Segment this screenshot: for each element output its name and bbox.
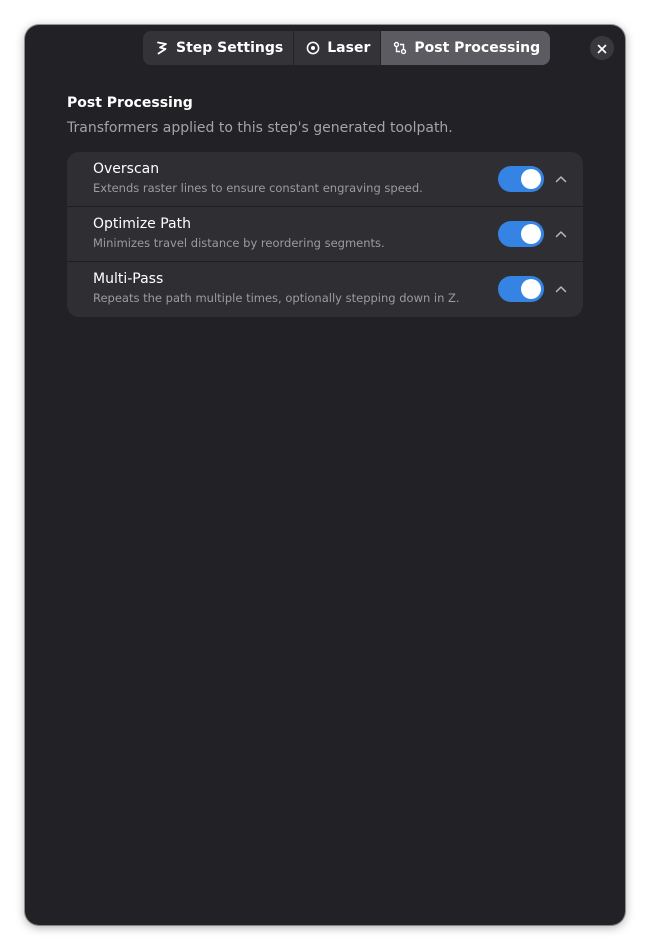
tab-post-processing-label: Post Processing [414,40,541,56]
transformer-list: Overscan Extends raster lines to ensure … [67,152,583,317]
dialog-window: Step Settings Laser Post Processing Post… [25,25,625,925]
row-subtitle: Repeats the path multiple times, optiona… [93,291,460,305]
toggle-knob [521,224,541,244]
row-title: Multi-Pass [93,271,164,287]
list-item-overscan[interactable]: Overscan Extends raster lines to ensure … [67,152,583,207]
tab-post-processing[interactable]: Post Processing [380,31,551,65]
toggle-knob [521,169,541,189]
tab-step-settings[interactable]: Step Settings [143,31,293,65]
laser-target-icon [305,40,321,56]
tab-laser[interactable]: Laser [293,31,380,65]
close-icon [597,39,607,58]
steps-icon [154,40,170,56]
row-subtitle: Minimizes travel distance by reordering … [93,236,385,250]
overscan-toggle[interactable] [498,166,544,192]
toggle-knob [521,279,541,299]
section-title: Post Processing [67,95,193,111]
list-item-multi-pass[interactable]: Multi-Pass Repeats the path multiple tim… [67,262,583,317]
chevron-up-icon[interactable] [553,226,569,242]
view-switcher: Step Settings Laser Post Processing [143,31,551,65]
row-subtitle: Extends raster lines to ensure constant … [93,181,423,195]
transform-icon [392,40,408,56]
optimize-path-toggle[interactable] [498,221,544,247]
chevron-up-icon[interactable] [553,281,569,297]
row-title: Optimize Path [93,216,191,232]
tab-step-settings-label: Step Settings [176,40,284,56]
row-title: Overscan [93,161,160,177]
tab-laser-label: Laser [327,40,371,56]
list-item-optimize-path[interactable]: Optimize Path Minimizes travel distance … [67,207,583,262]
chevron-up-icon[interactable] [553,171,569,187]
multi-pass-toggle[interactable] [498,276,544,302]
close-button[interactable] [590,36,614,60]
section-description: Transformers applied to this step's gene… [67,120,453,136]
